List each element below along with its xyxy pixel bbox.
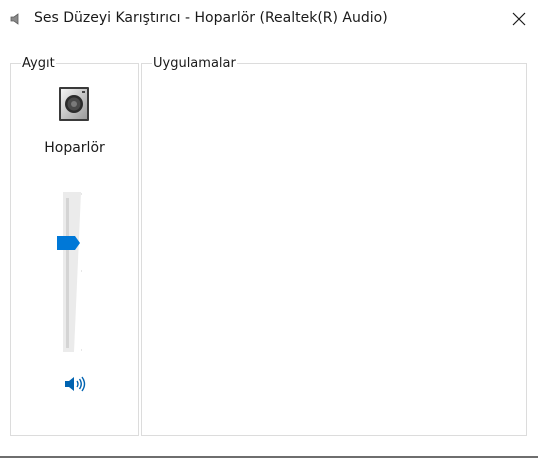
- device-name-label: Hoparlör: [44, 140, 105, 156]
- volume-mixer-window: Ses Düzeyi Karıştırıcı - Hoparlör (Realt…: [0, 0, 538, 458]
- volume-slider-thumb[interactable]: [57, 236, 81, 251]
- speaker-app-icon: [9, 11, 25, 27]
- volume-slider-track: [63, 192, 82, 352]
- device-group-label: Aygıt: [21, 56, 56, 71]
- mute-toggle-button[interactable]: [63, 374, 87, 394]
- applications-group-label: Uygulamalar: [152, 56, 237, 71]
- speaker-device-icon[interactable]: [58, 86, 90, 122]
- device-volume-slider[interactable]: [51, 192, 91, 354]
- close-button[interactable]: [500, 0, 538, 38]
- applications-group: Uygulamalar: [141, 56, 527, 436]
- speaker-volume-icon: [65, 376, 86, 392]
- title-bar[interactable]: Ses Düzeyi Karıştırıcı - Hoparlör (Realt…: [0, 0, 538, 40]
- window-title: Ses Düzeyi Karıştırıcı - Hoparlör (Realt…: [34, 10, 388, 26]
- close-icon: [512, 12, 526, 26]
- device-group: Aygıt Hoparlör: [10, 56, 139, 436]
